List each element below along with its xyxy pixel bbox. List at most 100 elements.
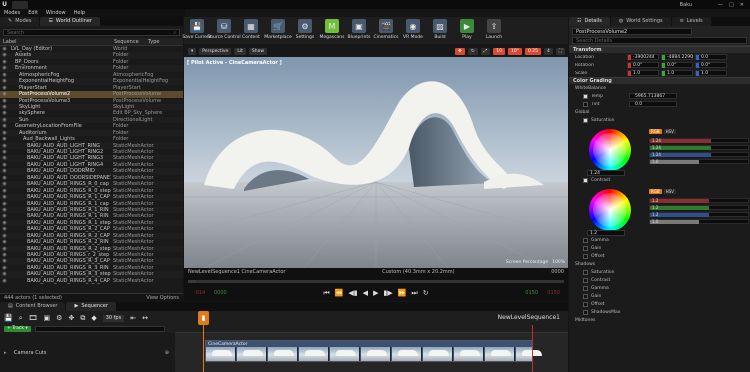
settings-button[interactable]: ⚙ Settings (292, 19, 318, 40)
saturation-b-slider[interactable]: 1.24 (649, 152, 749, 157)
fps-select[interactable]: 30 fps (102, 314, 125, 322)
playback-range-icon[interactable]: ⇤ (130, 314, 136, 322)
marketplace-button[interactable]: 🛒 Marketplace (264, 19, 292, 40)
playhead-handle[interactable]: ▮ (198, 311, 209, 325)
location-z[interactable]: 0.0 (695, 54, 727, 60)
menu-edit[interactable]: Edit (28, 10, 38, 16)
blueprints-button[interactable]: ▣ Blueprints (346, 19, 372, 40)
section-color-grading[interactable]: Color Grading (569, 77, 750, 84)
rotation-snap-value[interactable]: 10° (507, 47, 522, 55)
shadow-row-checkbox[interactable] (583, 301, 588, 307)
saturation-g-slider[interactable]: 1.24 (649, 145, 749, 150)
sequencer-timeline[interactable]: CineCameraActor (175, 325, 568, 372)
scale-tool-button[interactable]: ⤢ (480, 47, 491, 55)
save-icon[interactable]: 💾 (4, 314, 13, 322)
render-icon[interactable]: ▣ (44, 314, 51, 322)
saturation-rgb-tab[interactable]: RGB (649, 129, 662, 134)
loop-icon[interactable]: ↔ (142, 314, 148, 322)
viewport[interactable]: [ Pilot Active - CineCameraActor ] Scree… (184, 57, 568, 268)
scale-x[interactable]: 1.0 (627, 70, 659, 76)
gamma-checkbox[interactable] (583, 237, 588, 243)
temp-value[interactable]: 5965.713867 (629, 93, 677, 99)
maximize-icon[interactable]: □ (729, 2, 734, 8)
transport-button-7[interactable]: ⏭ (411, 289, 417, 298)
tab-sequencer[interactable]: ▶ Sequencer (66, 302, 117, 311)
midtones-header[interactable]: Midtones (569, 316, 750, 324)
project-tab[interactable] (12, 0, 28, 9)
col-sequence[interactable]: Sequence (111, 38, 145, 45)
play-button[interactable]: ▶ Play (454, 19, 480, 40)
outliner-row[interactable]: ◉ BAKU_AUD_AUD_RINGS_R_4_CAP StaticMeshAct… (0, 278, 183, 284)
rotation-y[interactable]: 0.0° (661, 62, 693, 68)
track-filter-input[interactable] (34, 326, 165, 332)
tab-details[interactable]: ☷ Details (569, 17, 610, 26)
shadow-row-checkbox[interactable] (583, 293, 588, 299)
scale-snap-value[interactable]: 0.25 (524, 47, 541, 55)
tint-value[interactable]: 0.0 (629, 101, 677, 107)
viewport-menu-button[interactable]: ▾ (188, 47, 197, 55)
tab-content-browser[interactable]: ▤ Content Browser (0, 302, 66, 311)
scale-z[interactable]: 1.0 (695, 70, 727, 76)
playhead[interactable] (203, 325, 204, 372)
contrast-b-slider[interactable]: 1.2 (649, 212, 749, 217)
transport-button-4[interactable]: ▶ (373, 289, 378, 297)
close-icon[interactable]: ✕ (740, 2, 744, 8)
saturation-checkbox[interactable] (583, 117, 588, 123)
contrast-value[interactable]: 1.2 (587, 230, 625, 236)
location-x[interactable]: -3900244 (627, 54, 659, 60)
camera-cuts-track[interactable]: Camera Cuts (14, 350, 46, 356)
transport-button-1[interactable]: ⏪ (335, 289, 344, 297)
details-search-input[interactable]: Search Details (572, 37, 747, 44)
temp-checkbox[interactable] (583, 93, 588, 99)
col-type[interactable]: Type (145, 38, 159, 45)
scale-y[interactable]: 1.0 (661, 70, 693, 76)
shadow-row-checkbox[interactable] (583, 269, 588, 275)
transport-button-2[interactable]: ◀▮ (348, 289, 357, 297)
saturation-hsv-tab[interactable]: HSV (663, 129, 676, 134)
contrast-checkbox[interactable] (583, 177, 588, 183)
content-button[interactable]: ▦ Content (238, 19, 264, 40)
camera-cut-clip[interactable]: CineCameraActor (205, 340, 542, 362)
shadows-header[interactable]: Shadows (569, 260, 750, 268)
tab-world-settings[interactable]: ◍ World Settings (610, 17, 671, 26)
rotate-tool-button[interactable]: ↻ (467, 47, 478, 55)
sequence-scrub-bar[interactable] (188, 280, 564, 283)
offset-checkbox[interactable] (583, 253, 588, 259)
rotation-z[interactable]: 0.0° (695, 62, 727, 68)
transform-icon[interactable]: ✥ (68, 314, 74, 322)
film-icon[interactable]: 🎞 (29, 314, 38, 322)
grid-snap-value[interactable]: 10 (493, 47, 505, 55)
contrast-color-wheel[interactable] (589, 189, 631, 231)
transport-button-5[interactable]: ▮▶ (383, 289, 392, 297)
source-control-button[interactable]: ⛁ Source Control (207, 19, 241, 40)
snap-icon[interactable]: ⧉ (80, 314, 85, 323)
saturation-value[interactable]: 1.24 (587, 170, 625, 176)
gain-checkbox[interactable] (583, 245, 588, 251)
add-camera-icon[interactable]: ⊕ (165, 350, 169, 356)
camera-speed-value[interactable]: 4 (543, 47, 553, 55)
contrast-g-slider[interactable]: 1.2 (649, 205, 749, 210)
tab-modes[interactable]: ✎ Modes (0, 17, 40, 26)
contrast-y-slider[interactable]: 1.0 (649, 219, 749, 224)
view-options-button[interactable]: View Options (146, 294, 179, 302)
megascans-button[interactable]: M Megascans (319, 19, 345, 40)
build-button[interactable]: ▨ Build (427, 19, 453, 40)
tab-levels[interactable]: ≡ Levels (671, 17, 711, 26)
location-y[interactable]: -4884.2290 (661, 54, 693, 60)
menu-modes[interactable]: Modes (4, 10, 20, 16)
end-marker[interactable] (532, 325, 533, 372)
rotation-x[interactable]: 0.0° (627, 62, 659, 68)
contrast-hsv-tab[interactable]: HSV (663, 189, 676, 194)
outliner-search-input[interactable]: Search ⌕ (3, 29, 180, 36)
time-ruler[interactable] (175, 325, 568, 333)
menu-help[interactable]: Help (74, 10, 85, 16)
transport-button-0[interactable]: ⏮ (323, 289, 329, 298)
transform-tool-button[interactable]: ✥ (455, 47, 465, 55)
add-track-button[interactable]: + Track ▾ (4, 326, 31, 332)
shadow-row-checkbox[interactable] (583, 285, 588, 291)
cinematics-button[interactable]: 🎬 Cinematics (373, 19, 399, 40)
minimize-icon[interactable]: — (718, 2, 723, 8)
menu-window[interactable]: Window (46, 10, 66, 16)
contrast-rgb-tab[interactable]: RGB (649, 189, 662, 194)
saturation-color-wheel[interactable] (589, 129, 631, 171)
